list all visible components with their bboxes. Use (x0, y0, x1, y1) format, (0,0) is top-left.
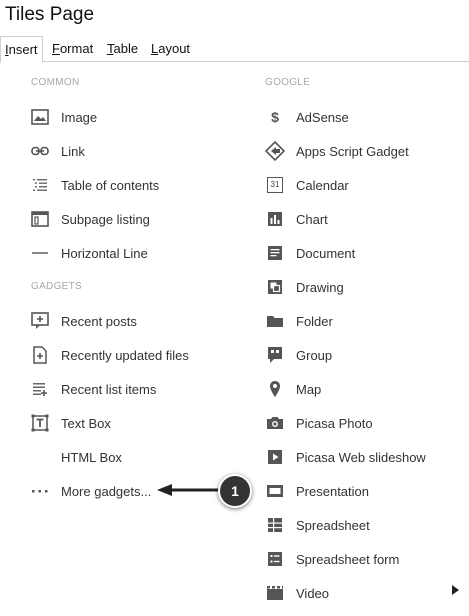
image-icon (30, 107, 50, 127)
menu-item-label: Group (296, 347, 333, 363)
group-icon (265, 345, 285, 365)
menu-item-horizontal-line[interactable]: Horizontal Line (30, 242, 148, 264)
horizontal-line-icon (30, 243, 50, 263)
recent-posts-icon (30, 311, 50, 331)
menu-item-label: HTML Box (61, 449, 122, 465)
tab-layout-label: Layout (151, 41, 191, 56)
menu-item-label: Link (61, 143, 85, 159)
menu-item-label: Folder (296, 313, 333, 329)
folder-icon (265, 311, 285, 331)
menu-item-apps-script-gadget[interactable]: Apps Script Gadget (265, 140, 409, 162)
tab-format-label: Format (52, 41, 94, 56)
menu-item-label: Horizontal Line (61, 245, 148, 261)
menu-item-recently-updated-files[interactable]: Recently updated files (30, 344, 189, 366)
menu-item-group[interactable]: Group (265, 344, 332, 366)
menu-item-label: Recently updated files (61, 347, 189, 363)
menu-item-label: AdSense (296, 109, 349, 125)
chart-icon (265, 209, 285, 229)
text-box-icon (30, 413, 50, 433)
tab-table[interactable]: Table (103, 36, 142, 61)
table-of-contents-icon (30, 175, 50, 195)
drawing-icon (265, 277, 285, 297)
map-pin-icon (265, 379, 285, 399)
tabs-divider (0, 61, 469, 62)
menu-item-label: Map (296, 381, 322, 397)
page-title: Tiles Page (5, 4, 95, 25)
spreadsheet-icon (265, 515, 285, 535)
tab-table-label: Table (107, 41, 139, 56)
menu-item-document[interactable]: Document (265, 242, 355, 264)
html-box-blank-icon (30, 447, 50, 467)
menu-tabs: Insert Format Table Layout (0, 36, 469, 63)
menu-item-label: Picasa Photo (296, 415, 373, 431)
document-icon (265, 243, 285, 263)
tab-layout[interactable]: Layout (147, 36, 194, 61)
menu-item-label: Presentation (296, 483, 369, 499)
menu-item-chart[interactable]: Chart (265, 208, 328, 230)
menu-item-spreadsheet[interactable]: Spreadsheet (265, 514, 370, 536)
menu-item-label: Image (61, 109, 98, 125)
menu-item-label: Table of contents (61, 177, 160, 193)
menu-item-more-gadgets[interactable]: More gadgets... (30, 480, 151, 502)
menu-item-presentation[interactable]: Presentation (265, 480, 369, 502)
menu-item-link[interactable]: Link (30, 140, 85, 162)
calendar-icon-text: 31 (267, 177, 283, 193)
slideshow-icon (265, 447, 285, 467)
menu-item-label: Calendar (296, 177, 349, 193)
link-icon (30, 141, 50, 161)
menu-item-label: Picasa Web slideshow (296, 449, 426, 465)
menu-item-picasa-photo[interactable]: Picasa Photo (265, 412, 373, 434)
menu-item-video[interactable]: Video (265, 582, 329, 604)
tab-format[interactable]: Format (48, 36, 97, 61)
menu-item-picasa-web-slideshow[interactable]: Picasa Web slideshow (265, 446, 426, 468)
menu-item-label: Chart (296, 211, 328, 227)
menu-item-map[interactable]: Map (265, 378, 321, 400)
spreadsheet-form-icon (265, 549, 285, 569)
menu-item-label: Drawing (296, 279, 344, 295)
calendar-icon: 31 (265, 175, 285, 195)
menu-item-label: Text Box (61, 415, 111, 431)
apps-script-icon (265, 141, 285, 161)
menu-item-adsense[interactable]: $ AdSense (265, 106, 349, 128)
menu-item-text-box[interactable]: Text Box (30, 412, 111, 434)
subpage-listing-icon (30, 209, 50, 229)
menu-item-label: Spreadsheet form (296, 551, 400, 567)
dollar-icon: $ (271, 109, 279, 125)
section-heading-gadgets: GADGETS (31, 281, 82, 292)
more-dots-icon (30, 481, 50, 501)
menu-item-subpage-listing[interactable]: Subpage listing (30, 208, 150, 230)
section-heading-google: GOOGLE (265, 77, 311, 88)
callout-arrow-icon (157, 484, 222, 496)
menu-item-label: Spreadsheet (296, 517, 370, 533)
menu-item-image[interactable]: Image (30, 106, 97, 128)
menu-item-label: Video (296, 585, 330, 601)
menu-item-label: Apps Script Gadget (296, 143, 409, 159)
recently-updated-files-icon (30, 345, 50, 365)
menu-item-table-of-contents[interactable]: Table of contents (30, 174, 159, 196)
tab-insert-label: Insert (5, 42, 38, 57)
video-icon (265, 583, 285, 603)
menu-item-recent-list-items[interactable]: Recent list items (30, 378, 156, 400)
menu-item-html-box[interactable]: HTML Box (30, 446, 122, 468)
menu-item-spreadsheet-form[interactable]: Spreadsheet form (265, 548, 399, 570)
menu-item-folder[interactable]: Folder (265, 310, 333, 332)
section-heading-common: COMMON (31, 77, 80, 88)
tab-insert[interactable]: Insert (0, 36, 43, 63)
recent-list-items-icon (30, 379, 50, 399)
menu-item-label: Subpage listing (61, 211, 150, 227)
menu-item-label: Recent list items (61, 381, 157, 397)
camera-icon (265, 413, 285, 433)
submenu-arrow-icon[interactable] (452, 585, 459, 595)
menu-item-calendar[interactable]: 31 Calendar (265, 174, 349, 196)
menu-item-label: More gadgets... (61, 483, 152, 499)
menu-item-drawing[interactable]: Drawing (265, 276, 344, 298)
menu-item-label: Recent posts (61, 313, 137, 329)
menu-item-label: Document (296, 245, 356, 261)
callout-number-badge: 1 (218, 474, 252, 508)
presentation-icon (265, 481, 285, 501)
menu-item-recent-posts[interactable]: Recent posts (30, 310, 137, 332)
